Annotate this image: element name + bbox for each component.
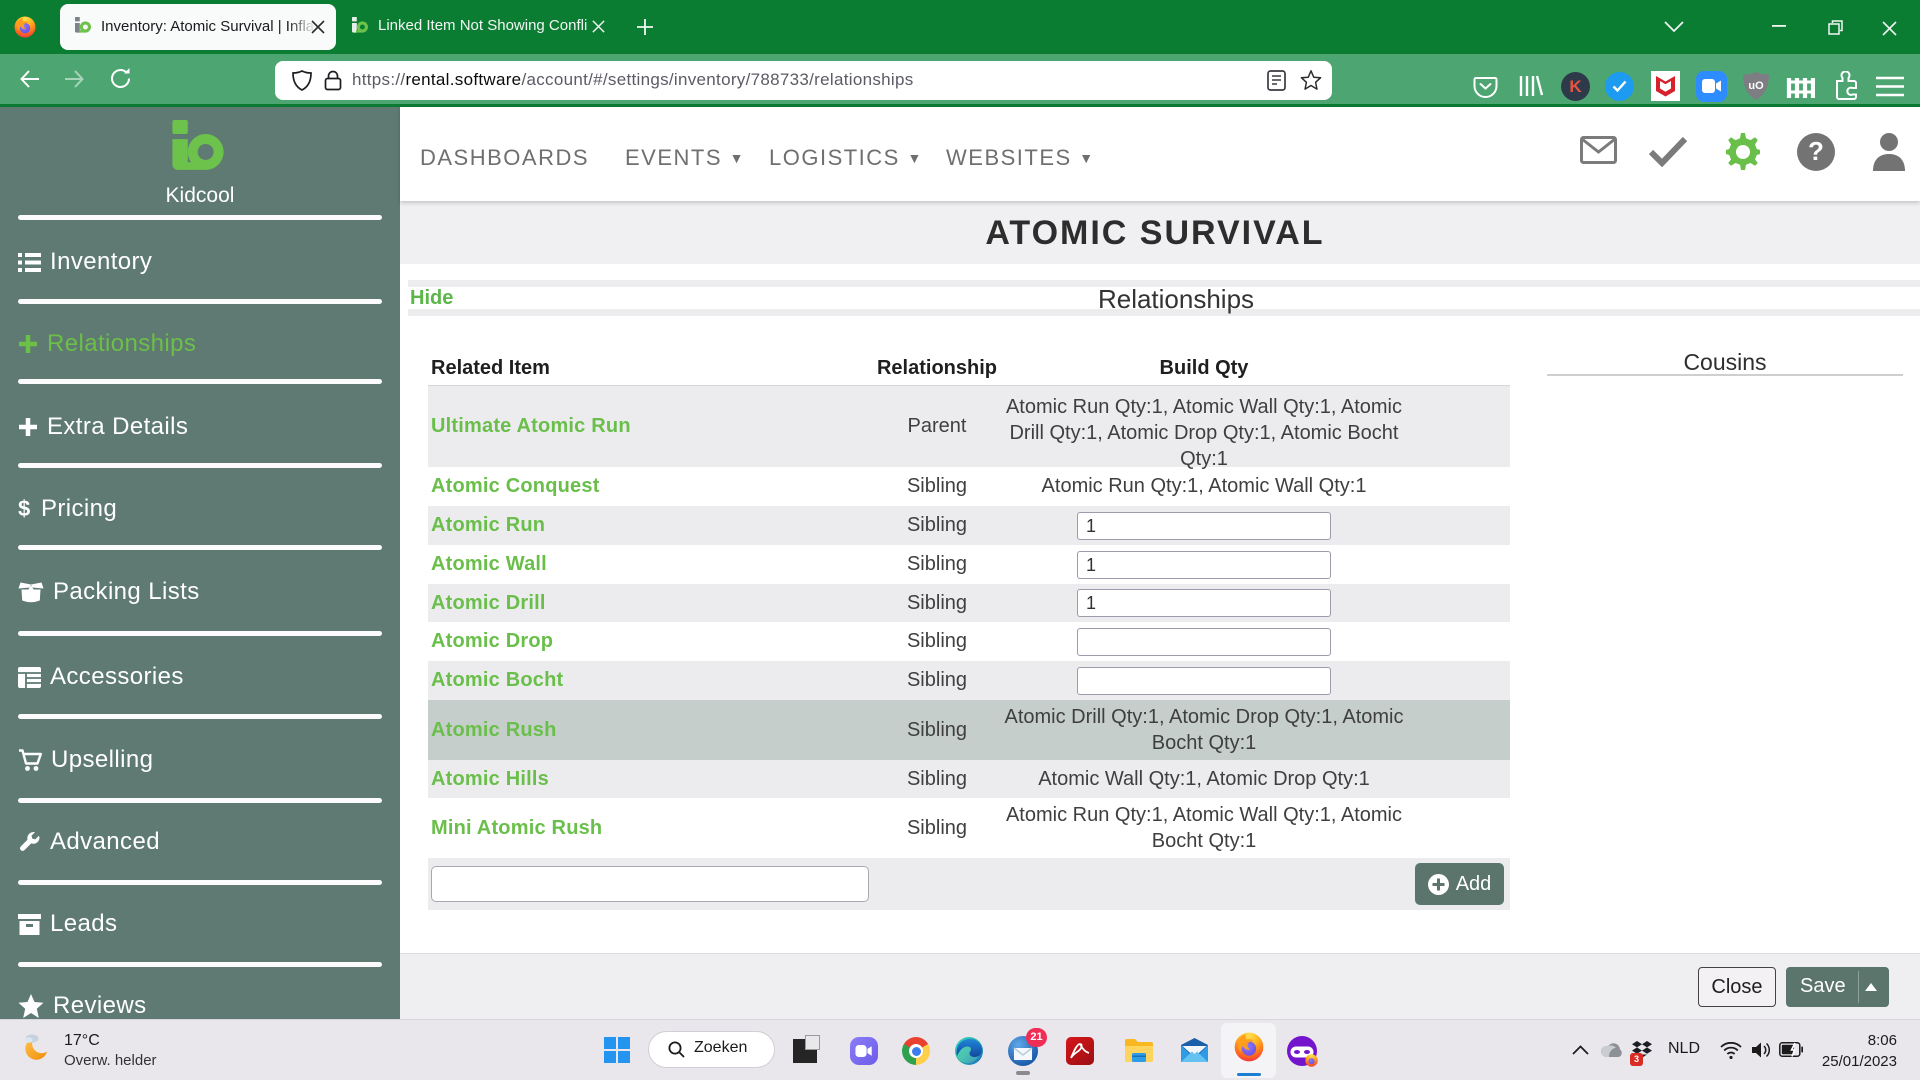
svg-text:?: ?	[1808, 136, 1824, 166]
svg-text:uO: uO	[1748, 80, 1764, 92]
